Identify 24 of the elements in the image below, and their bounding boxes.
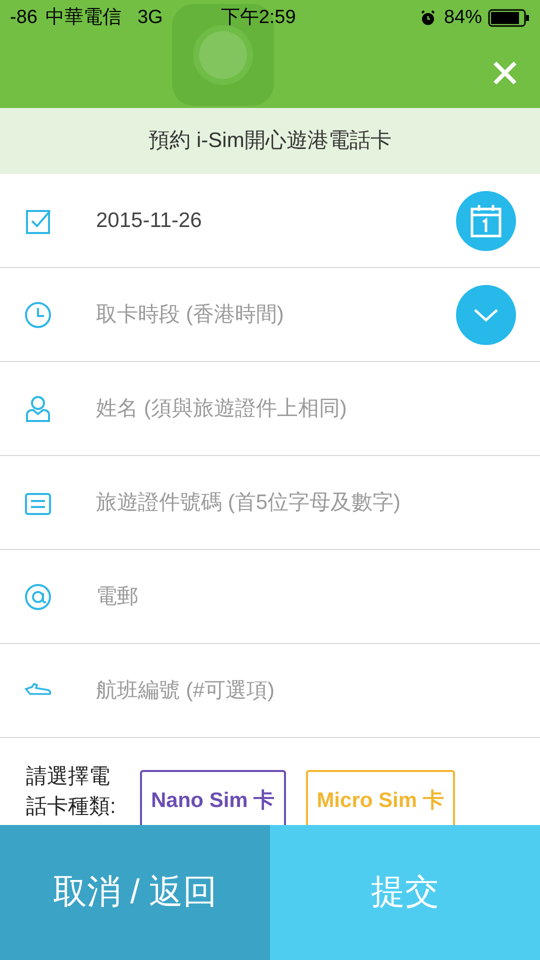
signal-strength: -86 [10,6,38,30]
battery-percent: 84% [444,6,482,30]
input-field[interactable]: 旅遊證件號碼 (首5位字母及數字) [96,486,516,518]
clock-icon [24,300,52,330]
input-field[interactable]: 航班編號 (#可選項) [96,674,516,706]
page-title: 預約 i-Sim開心遊港電話卡 [148,128,392,154]
sim-option-button[interactable]: Micro Sim 卡 [306,770,455,825]
calendar-icon [470,204,502,238]
cancel-button[interactable]: 取消 / 返回 [0,825,270,960]
input-field[interactable]: 電郵 [96,580,516,612]
alarm-icon [420,10,436,26]
network-type: 3G [137,6,163,30]
battery-icon [488,9,530,27]
sim-option-button[interactable]: Nano Sim 卡 [140,770,286,825]
at-sign-icon [24,582,52,612]
carrier-name: 中華電信 [45,6,122,30]
user-icon [24,394,52,424]
chevron-down-icon [473,306,499,322]
submit-button[interactable]: 提交 [270,825,540,960]
date-field[interactable]: 2015-11-26 [96,204,456,236]
input-field[interactable]: 姓名 (須與旅遊證件上相同) [96,392,516,424]
time-slot-field[interactable]: 取卡時段 (香港時間) [96,298,456,330]
sim-type-label: 請選擇電話卡種類: [26,764,117,820]
status-time: 下午2:59 [220,6,296,30]
